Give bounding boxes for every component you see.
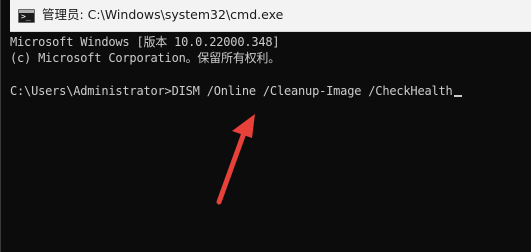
- cmd-window[interactable]: >_ 管理员: C:\Windows\system32\cmd.exe Micr…: [0, 0, 531, 252]
- console-area[interactable]: Microsoft Windows [版本 10.0.22000.348] (c…: [10, 32, 531, 252]
- copyright-line: (c) Microsoft Corporation。保留所有权利。: [10, 51, 281, 65]
- command-prompt: C:\Users\Administrator>: [10, 84, 172, 98]
- text-cursor: [453, 95, 462, 97]
- command-input[interactable]: DISM /Online /Cleanup-Image /CheckHealth: [172, 84, 453, 98]
- title-bar[interactable]: >_ 管理员: C:\Windows\system32\cmd.exe: [10, 0, 531, 32]
- cmd-icon[interactable]: >_: [18, 9, 35, 23]
- window-title: 管理员: C:\Windows\system32\cmd.exe: [42, 7, 284, 22]
- command-line[interactable]: C:\Users\Administrator>DISM /Online /Cle…: [10, 83, 462, 99]
- cmd-icon-prompt: >_: [21, 12, 31, 21]
- version-line: Microsoft Windows [版本 10.0.22000.348]: [10, 35, 280, 49]
